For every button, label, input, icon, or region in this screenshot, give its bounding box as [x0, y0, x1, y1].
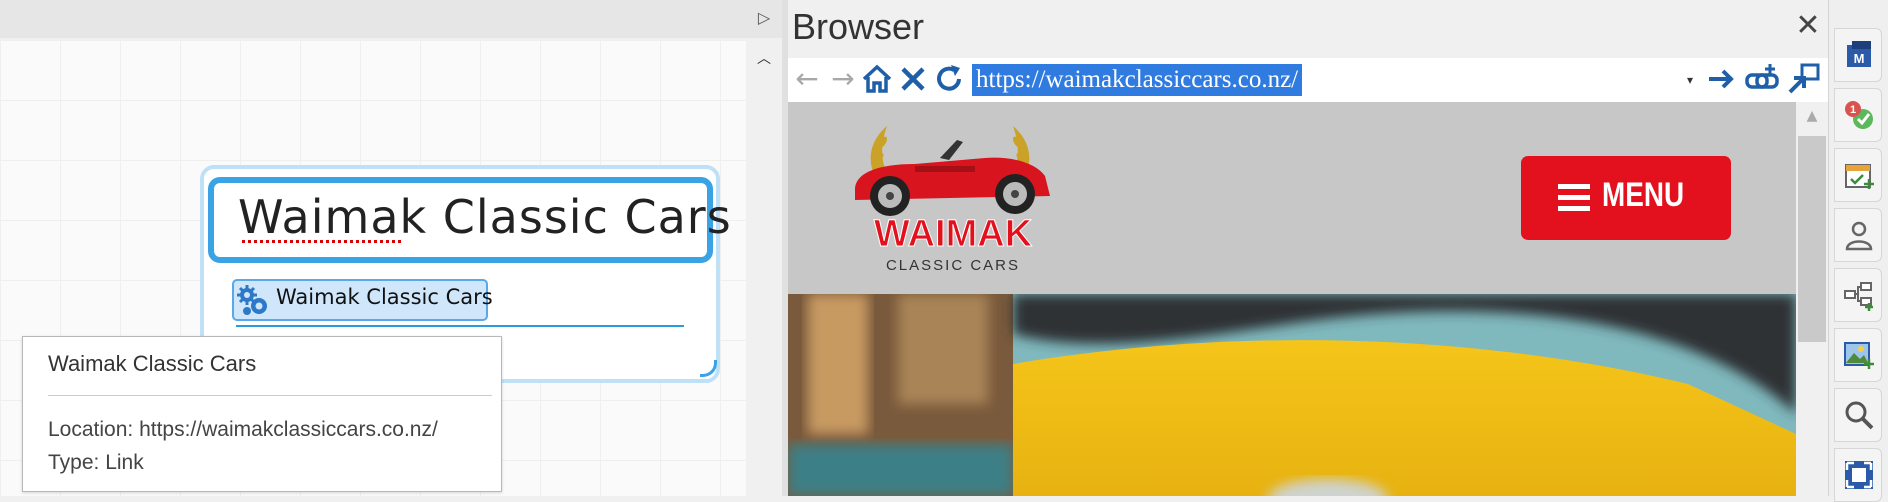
gear-link-icon [237, 285, 267, 315]
search-icon [1845, 401, 1874, 430]
stop-icon[interactable] [896, 62, 930, 96]
side-button-tasks[interactable]: 1 [1834, 88, 1882, 142]
close-browser-icon[interactable]: ✕ [1792, 10, 1824, 42]
svg-text:1: 1 [1850, 104, 1856, 116]
go-arrow-icon[interactable] [1704, 62, 1738, 96]
web-scroll-thumb[interactable] [1798, 136, 1826, 342]
topic-title[interactable]: Waimak Classic Cars [238, 190, 732, 244]
tooltip-title: Waimak Classic Cars [48, 351, 257, 376]
side-button-image[interactable] [1834, 328, 1882, 382]
image-add-icon [1844, 342, 1874, 369]
side-button-search[interactable] [1834, 388, 1882, 442]
popout-icon[interactable] [1786, 62, 1822, 96]
browser-title: Browser [792, 6, 925, 47]
map-add-icon [1844, 282, 1873, 311]
forward-arrow-icon[interactable]: → [826, 62, 860, 96]
calendar-add-icon [1845, 164, 1874, 189]
collapse-pane-arrow-icon[interactable]: ▷ [752, 6, 776, 30]
back-arrow-icon[interactable]: ← [790, 62, 824, 96]
hamburger-icon [1558, 184, 1590, 211]
logo-subtext: CLASSIC CARS [886, 257, 1020, 274]
logo-wordmark: WAIMAK [874, 213, 1033, 255]
tooltip-divider [48, 395, 492, 396]
topic-underline [236, 325, 684, 327]
mind-map-topbar [0, 0, 782, 38]
url-text-selected[interactable]: https://waimakclassiccars.co.nz/ [972, 64, 1303, 96]
side-button-fit[interactable] [1834, 448, 1882, 502]
notebook-icon: M [1847, 41, 1871, 67]
web-scroll-up-icon[interactable]: ▲ [1800, 108, 1824, 128]
side-button-calendar[interactable] [1834, 148, 1882, 202]
side-button-people[interactable] [1834, 208, 1882, 262]
fit-screen-icon [1845, 461, 1873, 489]
spellcheck-underline [242, 240, 402, 243]
svg-text:M: M [1854, 51, 1865, 66]
link-add-icon[interactable] [1744, 62, 1780, 96]
canvas-scrollbar[interactable] [748, 40, 782, 496]
home-icon[interactable] [860, 62, 894, 96]
hero-car-photo [788, 294, 1796, 496]
tooltip-location: Location: https://waimakclassiccars.co.n… [48, 418, 438, 441]
task-badge-icon: 1 [1845, 101, 1873, 129]
side-button-map[interactable] [1834, 268, 1882, 322]
side-button-notebook[interactable]: M [1834, 28, 1882, 82]
waimak-logo[interactable]: WAIMAK CLASSIC CARS [845, 118, 1060, 278]
topic-link-label[interactable]: Waimak Classic Cars [276, 285, 493, 309]
scroll-up-icon[interactable]: ︿ [752, 48, 776, 68]
site-menu-label[interactable]: MENU [1602, 176, 1684, 215]
url-dropdown-icon[interactable]: ▾ [1680, 64, 1700, 96]
tooltip-type: Type: Link [48, 451, 144, 474]
person-icon [1845, 221, 1873, 251]
refresh-icon[interactable] [932, 62, 966, 96]
